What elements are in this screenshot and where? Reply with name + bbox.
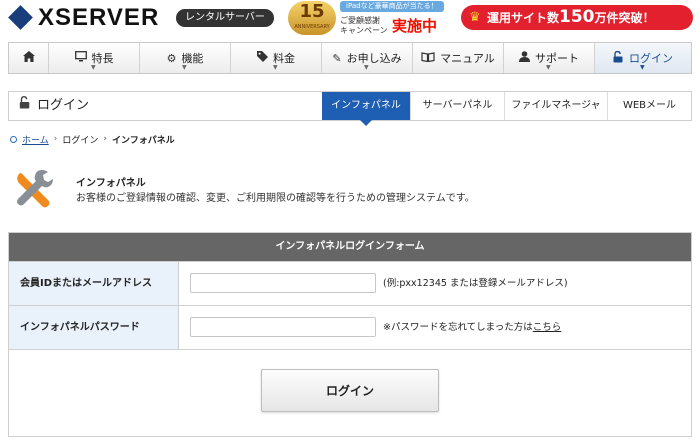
intro-title: インフォパネル [76,178,146,189]
anniversary-sub: ANNIVERSARY [294,24,330,30]
form-heading: インフォパネルログインフォーム [9,233,691,261]
chevron-down-icon: ▼ [91,64,96,71]
tools-icon [12,167,56,211]
breadcrumb-current: インフォパネル [111,135,175,146]
tab-web-mail[interactable]: WEBメール [607,92,691,120]
book-icon [421,51,435,65]
nav-label-apply: お申し込み [346,52,402,65]
breadcrumb-home-link[interactable]: ホーム [22,133,49,146]
pencil-icon: ✎ [332,51,342,65]
password-label: インフォパネルパスワード [9,306,179,349]
nav-item-login[interactable]: ログイン ▼ [595,43,691,73]
promo-banner[interactable]: ♛ 運用サイト数150万件突破！ [461,5,693,30]
nav-item-functions[interactable]: ⚙ 機能 ▼ [140,43,231,73]
chevron-down-icon: ▼ [273,64,278,71]
xserver-logo[interactable]: XSERVER [8,4,160,31]
login-form: インフォパネルログインフォーム 会員IDまたはメールアドレス (例:pxx123… [8,232,692,437]
home-icon [22,51,35,65]
tag-icon [257,51,268,65]
chevron-down-icon: ▼ [546,64,551,71]
id-label: 会員IDまたはメールアドレス [9,262,179,305]
unlock-icon [613,50,624,66]
breadcrumb: ホーム › ログイン › インフォパネル [10,133,175,146]
nav-label-support: サポート [535,52,579,65]
nav-item-features[interactable]: 特長 ▼ [49,43,140,73]
tab-info-panel[interactable]: インフォパネル [322,92,410,126]
logo-mark-icon [8,5,33,30]
chevron-right-icon: › [103,134,107,144]
password-input[interactable] [190,317,376,337]
breadcrumb-bullet-icon [10,135,17,143]
crown-icon: ♛ [469,10,481,25]
nav-item-manual[interactable]: マニュアル [413,43,504,73]
anniversary-emblem: 15 ANNIVERSARY [288,1,336,35]
login-button[interactable]: ログイン [261,369,439,412]
rental-server-badge: レンタルサーバー [176,9,274,27]
gear-icon: ⚙ [166,51,177,65]
monitor-icon [74,51,87,65]
anniversary-line2: キャンペーン [340,26,388,35]
breadcrumb-login: ログイン [62,135,99,146]
form-row-id: 会員IDまたはメールアドレス (例:pxx12345 または登録メールアドレス) [9,261,691,305]
id-hint: (例:pxx12345 または登録メールアドレス) [383,278,568,289]
logo-text: XSERVER [38,4,160,31]
chevron-down-icon: ▼ [364,64,369,71]
subnav-title-text: ログイン [37,98,90,113]
subnav-title: ログイン [19,92,89,120]
tab-server-panel[interactable]: サーバーパネル [410,92,504,120]
intro-description: お客様のご登録情報の確認、変更、ご利用期限の確認等を行うための管理システムです。 [76,193,475,204]
anniversary-campaign-banner[interactable]: 15 ANNIVERSARY iPadなど豪華商品が当たる！ ご愛顧感謝 キャン… [288,1,460,37]
promo-suffix: 万件突破！ [594,11,655,25]
unlock-icon [19,92,31,120]
nav-label-login: ログイン [629,52,673,65]
chevron-down-icon: ▼ [640,64,645,71]
login-subnav: ログイン インフォパネル サーバーパネル ファイルマネージャ WEBメール [8,91,692,126]
form-footer: ログイン [9,349,691,436]
nav-item-pricing[interactable]: 料金 ▼ [231,43,322,73]
nav-label-manual: マニュアル [440,52,495,65]
anniversary-ribbon: iPadなど豪華商品が当たる！ [340,1,444,12]
nav-item-support[interactable]: サポート ▼ [504,43,595,73]
forgot-password-link[interactable]: こちら [533,322,562,333]
anniversary-number: 15 [299,1,325,22]
user-icon [519,51,530,65]
main-nav: 特長 ▼ ⚙ 機能 ▼ 料金 ▼ ✎ お申し込み ▼ マニュアル サポート ▼ … [8,42,692,74]
chevron-right-icon: › [53,134,58,144]
tab-file-manager[interactable]: ファイルマネージャ [504,92,607,120]
password-hint: ※パスワードを忘れてしまった方はこちら [383,306,561,349]
nav-item-apply[interactable]: ✎ お申し込み ▼ [322,43,413,73]
id-input[interactable] [190,273,376,293]
chevron-down-icon: ▼ [182,64,187,71]
form-row-password: インフォパネルパスワード ※パスワードを忘れてしまった方はこちら [9,305,691,349]
nav-item-home[interactable] [9,43,49,73]
promo-number: 150 [559,7,595,27]
anniversary-big-text: 実施中 [392,17,438,35]
password-hint-text: ※パスワードを忘れてしまった方は [383,322,533,333]
promo-prefix: 運用サイト数 [487,11,560,25]
